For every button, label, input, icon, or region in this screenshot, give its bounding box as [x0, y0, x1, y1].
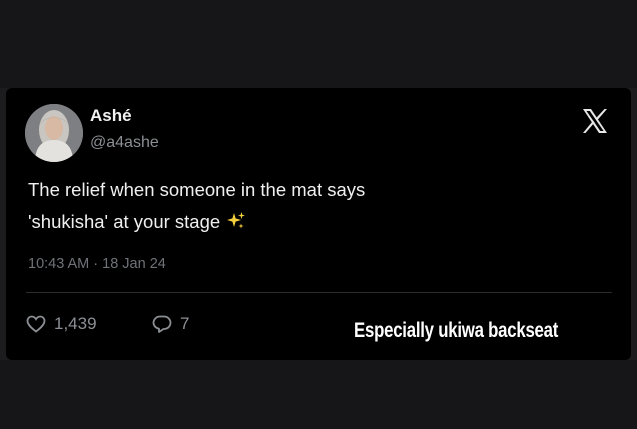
tweet-text: The relief when someone in the mat says … [28, 174, 588, 241]
reply-count: 7 [180, 314, 190, 333]
tweet-card[interactable]: Ashé @a4ashe The relief when someone in … [6, 88, 631, 360]
avatar-image [25, 104, 83, 162]
like-count: 1,439 [54, 314, 97, 333]
top-frame [0, 0, 637, 88]
display-name[interactable]: Ashé [90, 106, 132, 126]
reply-button[interactable]: 7 [152, 314, 189, 334]
heart-icon [26, 315, 46, 333]
tweet-text-line-1: The relief when someone in the mat says [28, 179, 366, 200]
user-handle[interactable]: @a4ashe [90, 134, 159, 152]
caption-overlay: Especially ukiwa backseat [354, 319, 559, 342]
tweet-timestamp[interactable]: 10:43 AM · 18 Jan 24 [28, 256, 166, 272]
x-logo-icon[interactable] [580, 106, 610, 136]
tweet-text-line-2-label: 'shukisha' at your stage [28, 211, 221, 232]
tweet-text-line-2: 'shukisha' at your stage [28, 206, 588, 241]
divider [26, 292, 612, 293]
sparkles-icon [226, 209, 246, 241]
avatar[interactable] [25, 104, 83, 162]
bottom-frame [0, 360, 637, 429]
like-button[interactable]: 1,439 [26, 314, 97, 334]
reply-icon [152, 315, 172, 333]
